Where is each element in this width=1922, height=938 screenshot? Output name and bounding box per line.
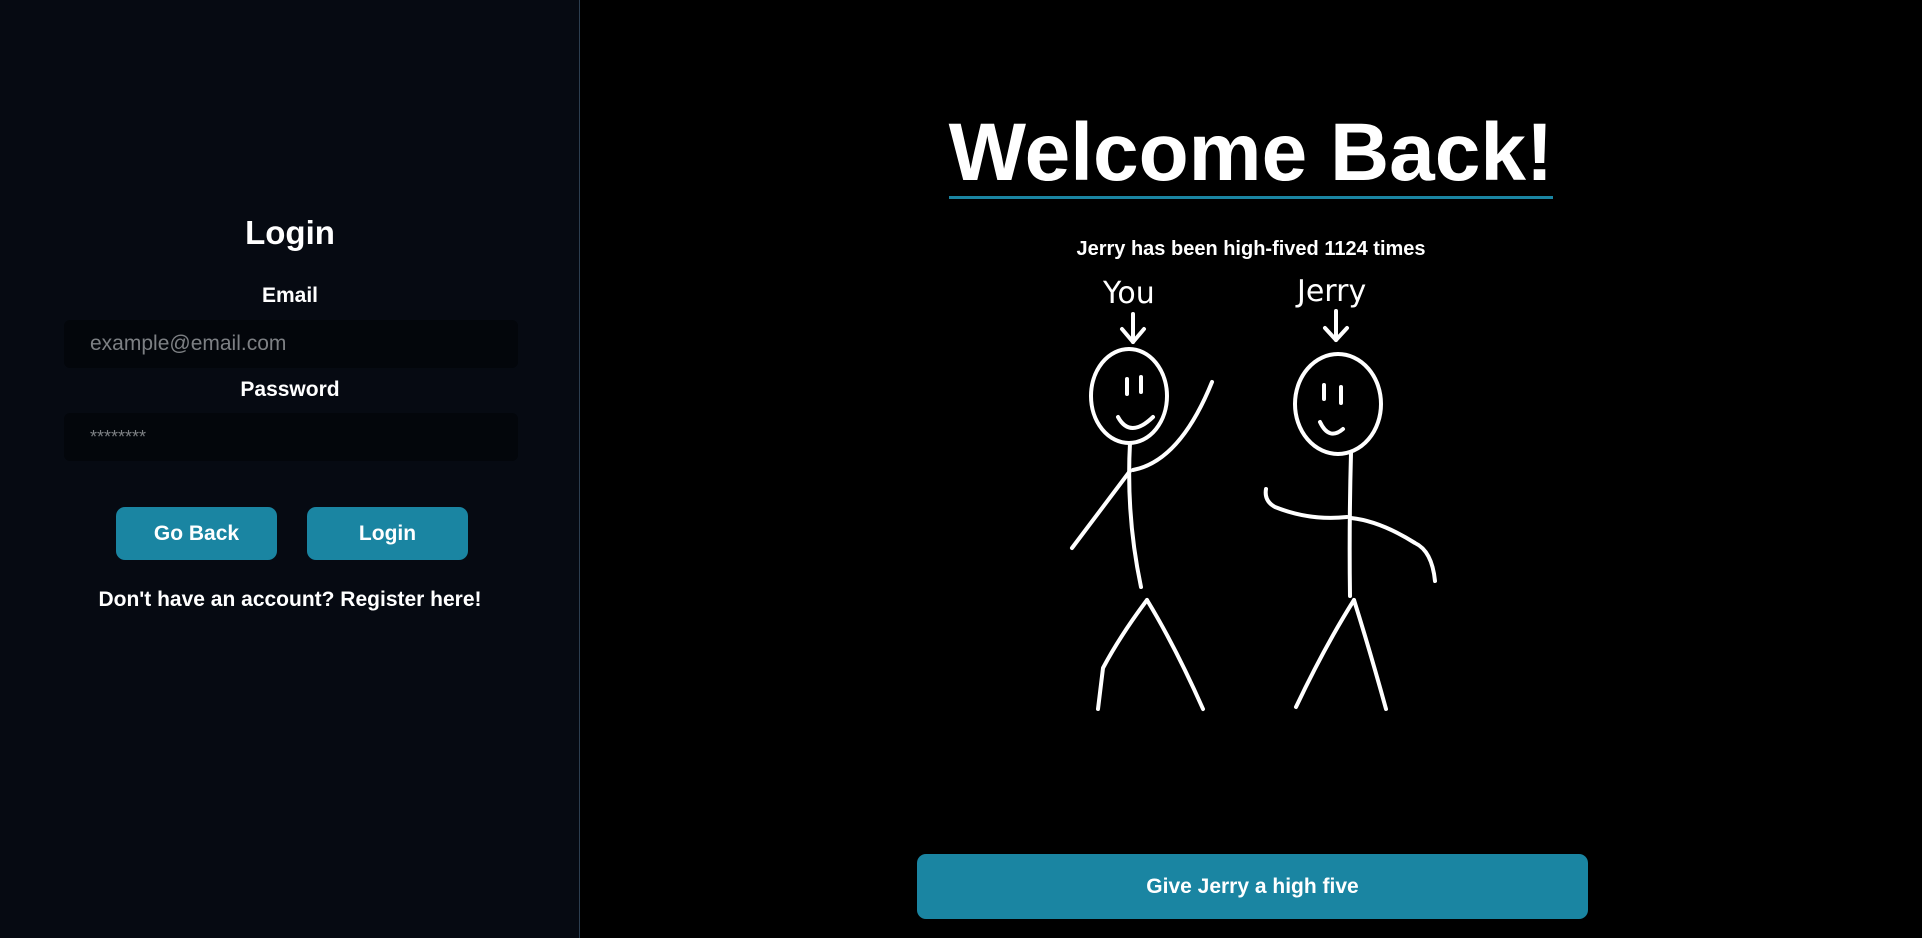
go-back-button[interactable]: Go Back — [116, 507, 277, 560]
you-arrow-icon — [1120, 312, 1146, 344]
login-sidebar: Login Email Password Go Back Login Don't… — [0, 0, 580, 938]
counter-prefix: Jerry has been high-fived — [1076, 238, 1319, 260]
jerry-stick-figure — [1263, 352, 1437, 711]
email-input[interactable] — [64, 320, 518, 368]
counter-value: 1124 — [1324, 238, 1368, 260]
counter-suffix: times — [1373, 238, 1426, 260]
page-title: Welcome Back! — [580, 112, 1922, 199]
welcome-heading: Welcome Back! — [948, 107, 1554, 199]
you-label: You — [1102, 276, 1155, 311]
high-five-button[interactable]: Give Jerry a high five — [917, 854, 1588, 919]
login-button[interactable]: Login — [307, 507, 468, 560]
you-stick-figure — [1070, 347, 1214, 711]
password-input[interactable] — [64, 413, 518, 461]
high-five-counter: Jerry has been high-fived 1124 times — [580, 238, 1922, 261]
login-title: Login — [245, 214, 335, 251]
email-label: Email — [261, 284, 319, 307]
stick-figures-drawing: You Jerry — [1070, 276, 1437, 711]
jerry-arrow-icon — [1323, 309, 1349, 342]
password-label: Password — [240, 378, 340, 401]
jerry-label: Jerry — [1295, 276, 1366, 309]
register-link[interactable]: Don't have an account? Register here! — [0, 588, 580, 612]
